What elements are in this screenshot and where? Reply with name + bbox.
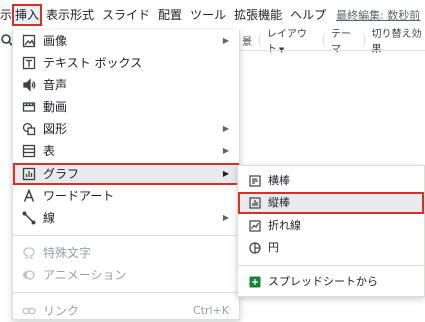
- menu-divider: [13, 235, 239, 236]
- menubar-arrange[interactable]: 配置: [154, 4, 186, 26]
- submenu-item-label: 円: [268, 241, 279, 254]
- chart-icon: [22, 167, 36, 181]
- menu-item-label: アニメーション: [43, 268, 127, 282]
- shape-icon: [22, 122, 36, 136]
- background-button[interactable]: 景: [240, 33, 254, 48]
- menu-item-label: 音声: [43, 78, 68, 92]
- submenu-arrow-icon: ▶: [222, 146, 229, 155]
- submenu-item-bar[interactable]: 横棒: [238, 170, 424, 192]
- line-icon: [22, 211, 36, 225]
- menu-item-audio[interactable]: 音声: [13, 74, 239, 96]
- menu-item-label: 図形: [43, 122, 68, 136]
- table-icon: [22, 144, 36, 158]
- submenu-divider: [238, 265, 424, 266]
- menu-item-image[interactable]: 画像 ▶: [13, 30, 239, 52]
- submenu-item-label: スプレッドシートから: [268, 275, 378, 288]
- chart-submenu: 横棒 縦棒 折れ線 円 スプレッドシートから: [237, 165, 425, 297]
- menubar-tools[interactable]: ツール: [186, 4, 230, 26]
- toolbar-right-group: 景 レイアウト▼ テーマ 切り替え効果: [240, 29, 425, 55]
- audio-icon: [22, 78, 36, 92]
- menu-item-label: 画像: [43, 34, 68, 48]
- menubar-insert[interactable]: 挿入: [12, 4, 43, 26]
- menu-item-special-characters: 特殊文字: [13, 242, 239, 264]
- layout-label: レイアウト: [266, 29, 307, 55]
- zoom-icon[interactable]: [0, 33, 12, 47]
- submenu-item-label: 横棒: [268, 174, 290, 187]
- insert-menu: 画像 ▶ テキスト ボックス 音声 動画 図形 ▶ 表 ▶ グラフ ▶ ワードア…: [12, 30, 240, 320]
- bar-chart-icon: [249, 175, 261, 187]
- pie-chart-icon: [249, 242, 261, 254]
- menu-item-label: 表: [43, 144, 56, 158]
- menubar-extensions[interactable]: 拡張機能: [230, 4, 286, 26]
- text-box-icon: [22, 56, 36, 70]
- submenu-item-pie[interactable]: 円: [238, 237, 424, 259]
- submenu-item-label: 折れ線: [268, 219, 301, 232]
- omega-icon: [22, 246, 36, 260]
- menubar-format[interactable]: 表示形式: [42, 4, 98, 26]
- menu-item-link: リンク Ctrl+K: [13, 300, 239, 322]
- menubar-edit-cut[interactable]: 示: [0, 4, 12, 26]
- canvas-edge: [240, 50, 425, 51]
- menu-item-text-box[interactable]: テキスト ボックス: [13, 52, 239, 74]
- menu-item-word-art[interactable]: ワードアート: [13, 185, 239, 207]
- menubar-slide[interactable]: スライド: [98, 4, 154, 26]
- image-icon: [22, 34, 36, 48]
- menubar-help[interactable]: ヘルプ: [286, 4, 330, 26]
- toolbar-divider: [259, 34, 260, 46]
- menu-item-shape[interactable]: 図形 ▶: [13, 118, 239, 140]
- menu-item-label: テキスト ボックス: [43, 56, 143, 70]
- submenu-item-column[interactable]: 縦棒: [238, 192, 424, 214]
- last-edit-link[interactable]: 最終編集: 数秒前: [336, 7, 420, 23]
- menu-item-chart[interactable]: グラフ ▶: [13, 163, 239, 185]
- submenu-arrow-icon: ▶: [222, 213, 229, 222]
- toolbar-divider: [363, 34, 365, 46]
- submenu-item-from-sheets[interactable]: スプレッドシートから: [238, 271, 424, 293]
- submenu-arrow-icon: ▶: [222, 36, 229, 45]
- video-icon: [22, 100, 36, 114]
- column-chart-icon: [249, 197, 261, 209]
- menu-item-label: リンク: [43, 304, 80, 318]
- sheets-icon: [249, 276, 261, 288]
- menubar: 示 挿入 表示形式 スライド 配置 ツール 拡張機能 ヘルプ 最終編集: 数秒前: [0, 0, 425, 30]
- shortcut-label: Ctrl+K: [192, 304, 229, 317]
- menu-item-label: ワードアート: [43, 189, 115, 203]
- menu-item-table[interactable]: 表 ▶: [13, 140, 239, 162]
- link-icon: [22, 304, 36, 318]
- line-chart-icon: [249, 220, 261, 232]
- menu-item-label: 動画: [43, 100, 68, 114]
- menu-item-line[interactable]: 線 ▶: [13, 207, 239, 229]
- toolbar-divider: [323, 34, 324, 46]
- submenu-item-line[interactable]: 折れ線: [238, 215, 424, 237]
- menu-item-video[interactable]: 動画: [13, 96, 239, 118]
- menu-item-animation: アニメーション: [13, 264, 239, 286]
- submenu-item-label: 縦棒: [268, 196, 290, 209]
- animation-icon: [22, 268, 36, 282]
- submenu-arrow-icon: ▶: [222, 169, 229, 178]
- submenu-arrow-icon: ▶: [222, 124, 229, 133]
- menu-item-label: グラフ: [43, 167, 80, 181]
- menu-divider: [13, 292, 239, 293]
- menu-item-label: 線: [43, 211, 56, 225]
- menu-item-label: 特殊文字: [43, 246, 92, 260]
- word-art-icon: [22, 189, 36, 203]
